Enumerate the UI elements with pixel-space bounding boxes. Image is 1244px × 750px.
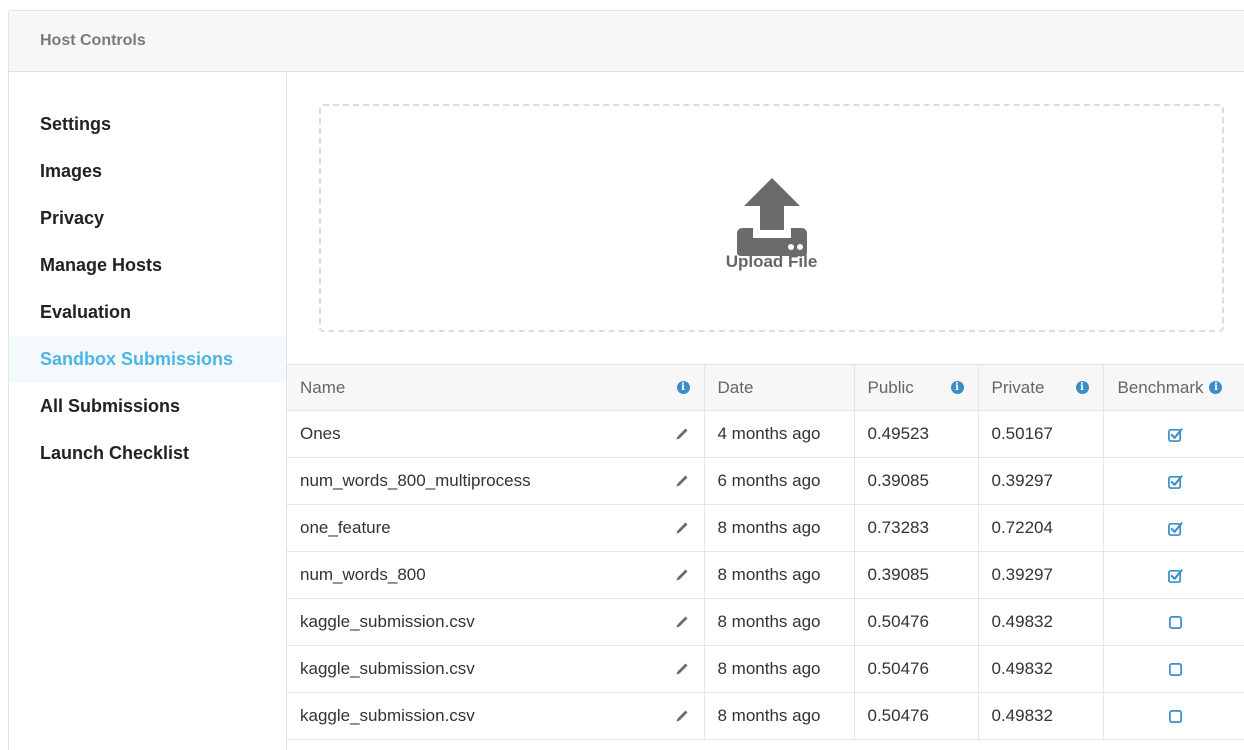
cell-date: 8 months ago: [703, 551, 854, 599]
column-header-name: Name i: [287, 364, 704, 411]
panel-body: Settings Images Privacy Manage Hosts Eva…: [9, 73, 1244, 750]
table-header-row: Name i Date Public i Private i Benchmark…: [287, 364, 1244, 411]
panel-title: Host Controls: [40, 32, 146, 49]
cell-benchmark: [1102, 645, 1244, 693]
column-header-benchmark: Benchmark i: [1102, 364, 1244, 411]
column-header-public: Public i: [853, 364, 978, 411]
cell-date: 8 months ago: [703, 504, 854, 552]
cell-name: kaggle_submission.csv: [287, 598, 704, 646]
cell-benchmark: [1102, 457, 1244, 505]
cell-public-score: 0.50476: [853, 692, 978, 740]
cell-public-score: 0.50476: [853, 598, 978, 646]
cell-date: 8 months ago: [703, 598, 854, 646]
info-icon[interactable]: i: [1209, 381, 1223, 394]
cell-public-score: 0.39085: [853, 551, 978, 599]
cell-private-score: 0.49832: [977, 645, 1103, 693]
cell-private-score: 0.39297: [977, 551, 1103, 599]
submission-name: Ones: [300, 424, 341, 443]
submission-name: num_words_800_multiprocess: [300, 471, 531, 490]
submission-name: kaggle_submission.csv: [300, 659, 475, 678]
table-row: one_feature 8 months ago 0.73283 0.72204: [287, 504, 1244, 552]
column-header-date: Date: [703, 364, 854, 411]
sidebar-item-launch-checklist[interactable]: Launch Checklist: [9, 430, 286, 477]
cell-benchmark: [1102, 504, 1244, 552]
pencil-edit-icon[interactable]: [674, 567, 690, 583]
table-row: kaggle_submission.csv 8 months ago 0.50476…: [287, 598, 1244, 646]
checkbox-checked-icon[interactable]: [1167, 427, 1183, 442]
cell-date: 8 months ago: [703, 692, 854, 740]
info-icon[interactable]: i: [1075, 381, 1089, 394]
cell-public-score: 0.73283: [853, 504, 978, 552]
sidebar-item-images[interactable]: Images: [9, 148, 286, 195]
checkbox-checked-icon[interactable]: [1167, 474, 1183, 489]
panel-header: Host Controls: [9, 11, 1244, 72]
upload-label: Upload File: [725, 252, 818, 271]
cell-benchmark: [1102, 551, 1244, 599]
sidebar-nav: Settings Images Privacy Manage Hosts Eva…: [9, 73, 287, 750]
cell-name: kaggle_submission.csv: [287, 692, 704, 740]
cell-name: one_feature: [287, 504, 704, 552]
cell-private-score: 0.49832: [977, 598, 1103, 646]
cell-name: num_words_800: [287, 551, 704, 599]
sidebar-item-all-submissions[interactable]: All Submissions: [9, 383, 286, 430]
info-icon[interactable]: i: [676, 381, 690, 394]
sidebar-item-settings[interactable]: Settings: [9, 101, 286, 148]
main-content: Upload File Name i Date Public i Private…: [287, 73, 1244, 750]
pencil-edit-icon[interactable]: [674, 520, 690, 536]
cell-benchmark: [1102, 598, 1244, 646]
table-row: kaggle_submission.csv 8 months ago 0.50476…: [287, 645, 1244, 693]
pencil-edit-icon[interactable]: [674, 661, 690, 677]
cell-benchmark: [1102, 410, 1244, 458]
cell-public-score: 0.49523: [853, 410, 978, 458]
cell-public-score: 0.39085: [853, 457, 978, 505]
submissions-table-body: Ones 4 months ago 0.49523 0.50167 num_words_…: [287, 410, 1244, 740]
submission-name: kaggle_submission.csv: [300, 706, 475, 725]
column-label-benchmark: Benchmark: [1117, 377, 1204, 397]
table-row: kaggle_submission.csv 8 months ago 0.50476…: [287, 692, 1244, 740]
cell-private-score: 0.39297: [977, 457, 1103, 505]
info-icon[interactable]: i: [950, 381, 964, 394]
checkbox-unchecked-icon[interactable]: [1168, 615, 1183, 630]
column-label-private: Private: [991, 377, 1045, 397]
sidebar-item-manage-hosts[interactable]: Manage Hosts: [9, 242, 286, 289]
sidebar-item-privacy[interactable]: Privacy: [9, 195, 286, 242]
cell-benchmark: [1102, 692, 1244, 740]
checkbox-unchecked-icon[interactable]: [1168, 662, 1183, 677]
pencil-edit-icon[interactable]: [674, 614, 690, 630]
sidebar-item-evaluation[interactable]: Evaluation: [9, 289, 286, 336]
cell-date: 6 months ago: [703, 457, 854, 505]
table-row: num_words_800 8 months ago 0.39085 0.39297: [287, 551, 1244, 599]
checkbox-checked-icon[interactable]: [1167, 521, 1183, 536]
cell-date: 4 months ago: [703, 410, 854, 458]
pencil-edit-icon[interactable]: [674, 708, 690, 724]
sidebar-item-sandbox-submissions[interactable]: Sandbox Submissions: [9, 336, 286, 383]
checkbox-checked-icon[interactable]: [1167, 568, 1183, 583]
checkbox-unchecked-icon[interactable]: [1168, 709, 1183, 724]
submission-name: one_feature: [300, 518, 391, 537]
cell-name: Ones: [287, 410, 704, 458]
submission-name: kaggle_submission.csv: [300, 612, 475, 631]
cell-private-score: 0.50167: [977, 410, 1103, 458]
upload-icon: [736, 178, 807, 256]
column-label-date: Date: [717, 377, 754, 397]
submission-name: num_words_800: [300, 565, 426, 584]
pencil-edit-icon[interactable]: [674, 426, 690, 442]
cell-private-score: 0.72204: [977, 504, 1103, 552]
table-row: Ones 4 months ago 0.49523 0.50167: [287, 410, 1244, 458]
cell-name: kaggle_submission.csv: [287, 645, 704, 693]
submissions-table: Name i Date Public i Private i Benchmark…: [287, 364, 1244, 740]
column-header-private: Private i: [977, 364, 1103, 411]
pencil-edit-icon[interactable]: [674, 473, 690, 489]
cell-public-score: 0.50476: [853, 645, 978, 693]
table-row: num_words_800_multiprocess 6 months ago 0.…: [287, 457, 1244, 505]
host-controls-panel: Host Controls Settings Images Privacy Ma…: [8, 10, 1244, 750]
cell-date: 8 months ago: [703, 645, 854, 693]
cell-private-score: 0.49832: [977, 692, 1103, 740]
column-label-name: Name: [300, 377, 346, 397]
upload-dropzone[interactable]: Upload File: [319, 104, 1224, 332]
column-label-public: Public: [867, 377, 914, 397]
cell-name: num_words_800_multiprocess: [287, 457, 704, 505]
